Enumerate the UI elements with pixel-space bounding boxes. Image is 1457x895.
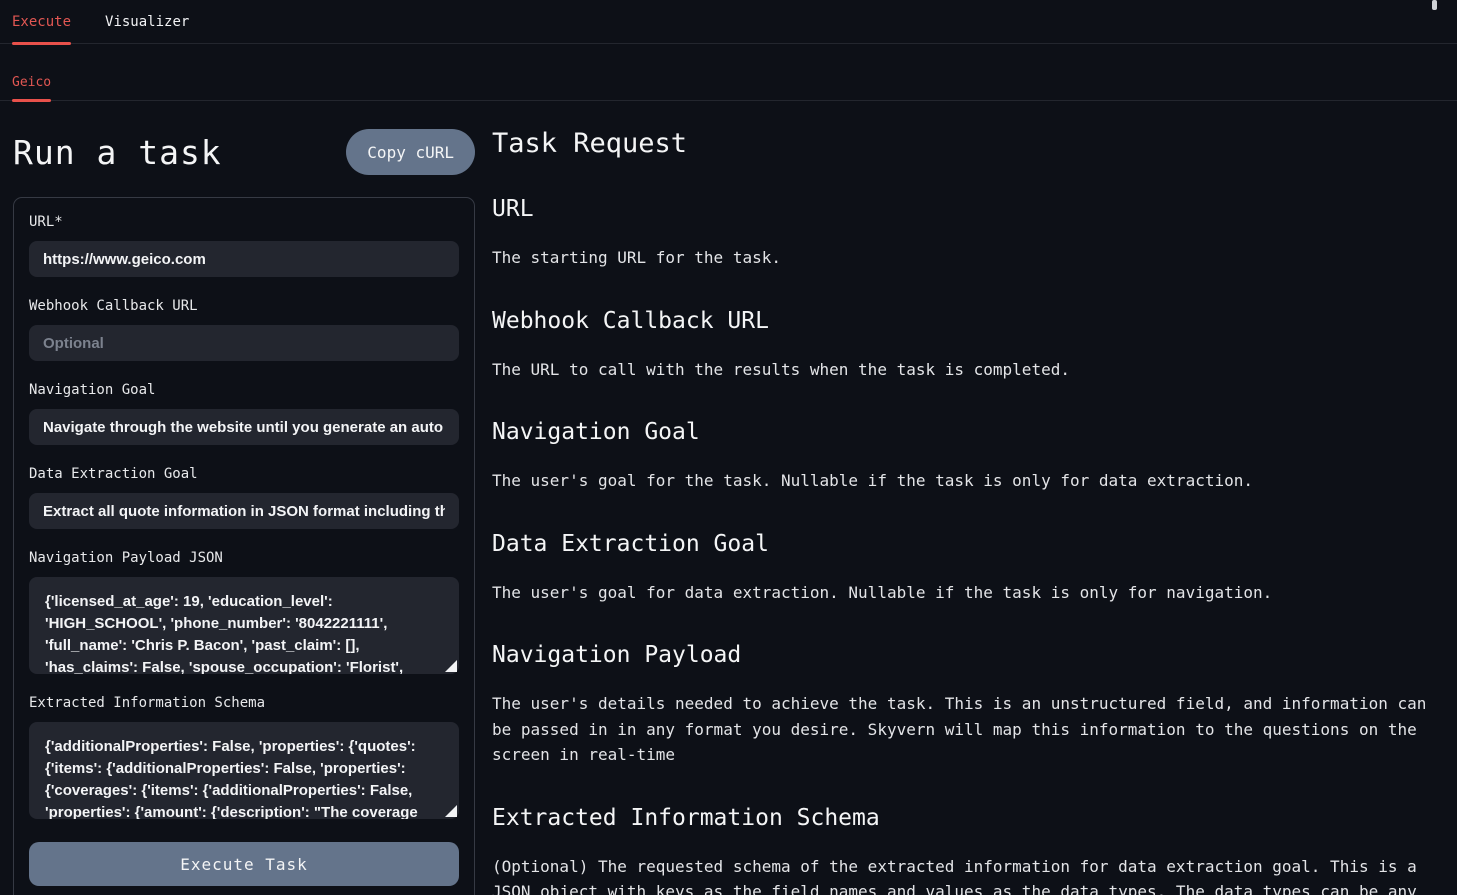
page-title: Run a task (13, 133, 222, 172)
navigation-goal-label: Navigation Goal (29, 382, 459, 398)
field-extracted-schema: Extracted Information Schema {'additiona… (29, 695, 459, 819)
form-header: Run a task Copy cURL (13, 123, 475, 181)
tab-execute-label: Execute (12, 14, 71, 30)
tab-geico-label: Geico (12, 75, 51, 90)
docs-panel: Task Request URL The starting URL for th… (492, 101, 1432, 895)
doc-webhook-body: The URL to call with the results when th… (492, 357, 1432, 383)
doc-webhook-title: Webhook Callback URL (492, 308, 1432, 334)
doc-navigation-payload-title: Navigation Payload (492, 642, 1432, 668)
extracted-schema-textarea[interactable]: {'additionalProperties': False, 'propert… (29, 722, 459, 819)
webhook-input[interactable] (29, 325, 459, 361)
doc-navigation-goal-title: Navigation Goal (492, 419, 1432, 445)
main-content: Run a task Copy cURL URL* Webhook Callba… (0, 101, 1457, 895)
doc-section-extracted-schema: Extracted Information Schema (Optional) … (492, 805, 1432, 895)
tab-execute[interactable]: Execute (12, 14, 71, 43)
sub-tabbar: Geico (0, 44, 1457, 101)
webhook-label: Webhook Callback URL (29, 298, 459, 314)
navigation-payload-wrap: {'licensed_at_age': 19, 'education_level… (29, 577, 459, 674)
field-navigation-payload: Navigation Payload JSON {'licensed_at_ag… (29, 550, 459, 674)
url-label: URL* (29, 214, 459, 230)
tab-visualizer-label: Visualizer (105, 14, 189, 30)
tab-geico[interactable]: Geico (12, 75, 51, 100)
doc-data-extraction-goal-title: Data Extraction Goal (492, 531, 1432, 557)
doc-extracted-schema-body: (Optional) The requested schema of the e… (492, 854, 1432, 895)
navigation-goal-input[interactable] (29, 409, 459, 445)
scrollbar-thumb[interactable] (1432, 0, 1437, 10)
doc-section-url: URL The starting URL for the task. (492, 196, 1432, 271)
doc-section-webhook: Webhook Callback URL The URL to call wit… (492, 308, 1432, 383)
field-url: URL* (29, 214, 459, 277)
doc-url-title: URL (492, 196, 1432, 222)
doc-extracted-schema-title: Extracted Information Schema (492, 805, 1432, 831)
doc-url-body: The starting URL for the task. (492, 245, 1432, 271)
doc-navigation-payload-body: The user's details needed to achieve the… (492, 691, 1432, 768)
extracted-schema-label: Extracted Information Schema (29, 695, 459, 711)
field-webhook: Webhook Callback URL (29, 298, 459, 361)
tab-visualizer[interactable]: Visualizer (105, 14, 189, 43)
task-form-card: URL* Webhook Callback URL Navigation Goa… (13, 197, 475, 895)
doc-section-navigation-goal: Navigation Goal The user's goal for the … (492, 419, 1432, 494)
field-navigation-goal: Navigation Goal (29, 382, 459, 445)
doc-navigation-goal-body: The user's goal for the task. Nullable i… (492, 468, 1432, 494)
data-extraction-goal-input[interactable] (29, 493, 459, 529)
url-input[interactable] (29, 241, 459, 277)
task-form-panel: Run a task Copy cURL URL* Webhook Callba… (13, 101, 475, 895)
execute-task-button[interactable]: Execute Task (29, 842, 459, 886)
main-tabbar: Execute Visualizer (0, 0, 1457, 44)
doc-section-data-extraction-goal: Data Extraction Goal The user's goal for… (492, 531, 1432, 606)
navigation-payload-textarea[interactable]: {'licensed_at_age': 19, 'education_level… (29, 577, 459, 674)
navigation-payload-label: Navigation Payload JSON (29, 550, 459, 566)
doc-data-extraction-goal-body: The user's goal for data extraction. Nul… (492, 580, 1432, 606)
copy-curl-button[interactable]: Copy cURL (346, 129, 475, 175)
data-extraction-goal-label: Data Extraction Goal (29, 466, 459, 482)
doc-section-navigation-payload: Navigation Payload The user's details ne… (492, 642, 1432, 768)
extracted-schema-wrap: {'additionalProperties': False, 'propert… (29, 722, 459, 819)
field-data-extraction-goal: Data Extraction Goal (29, 466, 459, 529)
docs-title: Task Request (492, 128, 1432, 159)
